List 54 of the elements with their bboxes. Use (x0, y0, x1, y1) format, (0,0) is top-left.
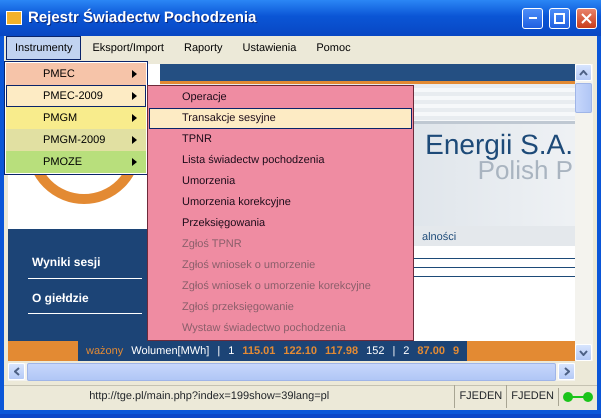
menu-item[interactable]: Raporty (175, 36, 232, 60)
submenu-arrow-icon (132, 92, 137, 100)
ticker-text: 9 (452, 344, 460, 359)
separator: | (392, 344, 396, 359)
menu-item[interactable]: PMGM (6, 107, 146, 129)
nav-link[interactable]: Wyniki sesji (32, 255, 100, 269)
minimize-icon (528, 17, 536, 19)
menu-item[interactable]: PMOZE (6, 151, 146, 173)
scroll-up-button[interactable] (575, 64, 592, 81)
menu-item[interactable]: Umorzenia (149, 171, 412, 192)
ticker-text: 122.10 (283, 344, 318, 359)
status-panel: FJEDEN (454, 385, 506, 408)
menu-item[interactable]: PMGM-2009 (6, 129, 146, 151)
separator: | (217, 344, 220, 359)
menu-item[interactable]: Operacje (149, 87, 412, 108)
close-button[interactable] (576, 8, 597, 28)
ticker-block (8, 341, 78, 361)
scroll-down-button[interactable] (575, 344, 592, 361)
menu-item[interactable]: Instrumenty (6, 36, 82, 60)
menu-item[interactable]: PMEC (6, 63, 146, 85)
menu-item[interactable]: TPNR (149, 129, 412, 150)
window-title: Rejestr Świadectw Pochodzenia (28, 9, 258, 27)
nav-link[interactable]: O giełdzie (32, 290, 89, 304)
menu-item[interactable]: Umorzenia korekcyjne (149, 192, 412, 213)
ticker-text: ważony (86, 344, 124, 359)
maximize-button[interactable] (549, 8, 570, 28)
submenu-arrow-icon (132, 70, 137, 78)
status-url: http://tge.pl/main.php?index=199show=39lang=pl (89, 390, 330, 402)
status-panel: FJEDEN (506, 385, 558, 408)
menu-item[interactable]: PMEC-2009 (6, 85, 146, 107)
scroll-right-button[interactable] (558, 363, 575, 380)
maximize-icon (554, 12, 565, 24)
menu-item[interactable]: Ustawienia (234, 36, 306, 60)
app-icon (6, 11, 22, 25)
submenu-arrow-icon (132, 158, 137, 166)
minimize-button[interactable] (522, 8, 543, 28)
ticker-text: 2 (403, 344, 410, 359)
menu-item[interactable]: Przeksięgowania (149, 213, 412, 234)
ticker-text: Wolumen[MWh] (131, 344, 210, 359)
submenu-arrow-icon (132, 136, 137, 144)
ticker-text: 87.00 (417, 344, 445, 359)
menu-item[interactable]: Lista świadectw pochodzenia (149, 150, 412, 171)
close-icon (581, 12, 592, 24)
scroll-left-button[interactable] (8, 363, 25, 380)
scroll-thumb[interactable] (575, 83, 592, 113)
tab-link[interactable]: alności (422, 231, 456, 243)
menu-item[interactable]: Pomoc (307, 36, 360, 60)
menu-item[interactable]: Transakcje sesyjne (149, 108, 412, 129)
submenu-arrow-icon (132, 114, 137, 122)
ticker-text: 115.01 (242, 344, 276, 359)
ticker-text: 117.98 (325, 344, 358, 359)
ticker-text: 152 (366, 344, 384, 359)
menu-item[interactable]: Eksport/Import (83, 36, 173, 60)
ticker-text: 1 (228, 344, 234, 359)
